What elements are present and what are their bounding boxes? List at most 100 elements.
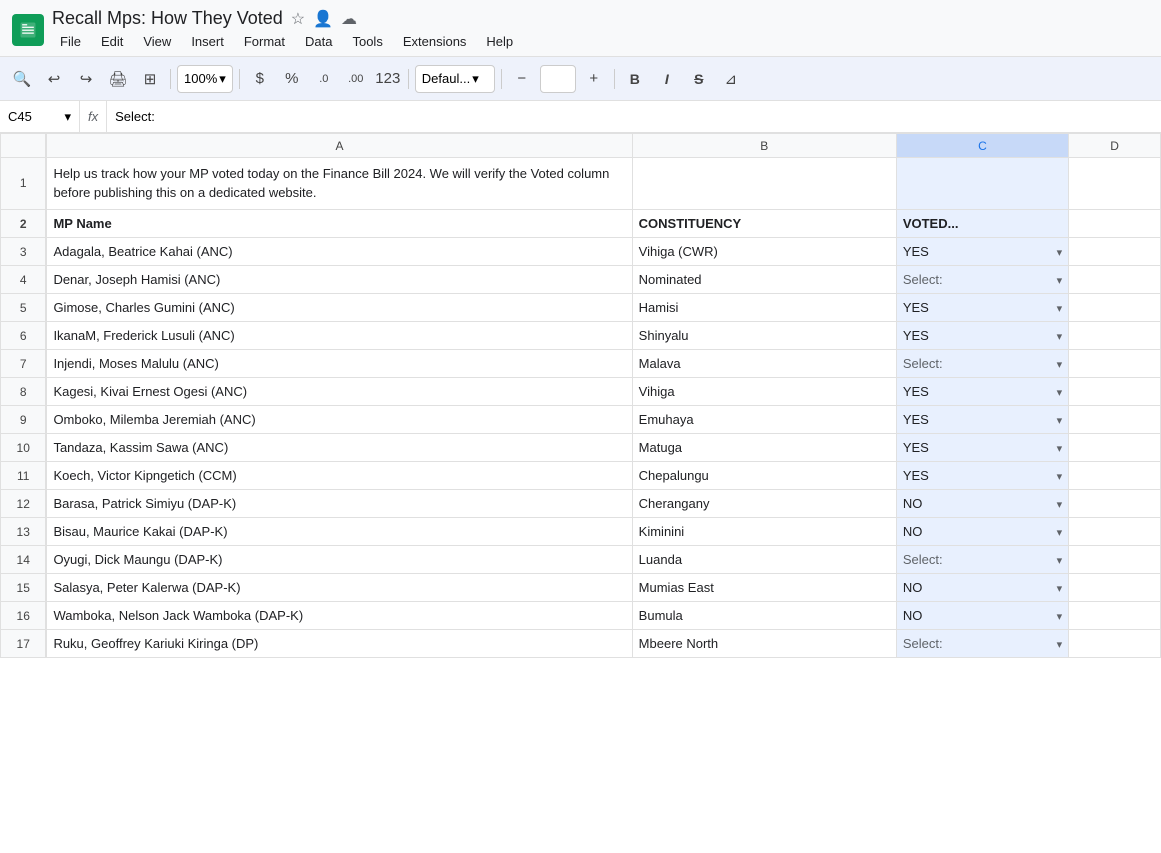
print-button[interactable]: 🖨 [104, 65, 132, 93]
cell-a[interactable]: Denar, Joseph Hamisi (ANC) [46, 266, 632, 294]
cell-d[interactable] [1069, 406, 1161, 434]
dropdown-arrow-icon[interactable]: ▾ [1057, 582, 1063, 595]
dropdown-arrow-icon[interactable]: ▾ [1057, 302, 1063, 315]
dropdown-arrow-icon[interactable]: ▾ [1057, 330, 1063, 343]
cell-b[interactable]: Nominated [632, 266, 896, 294]
cell-b[interactable]: Vihiga (CWR) [632, 238, 896, 266]
cell-c[interactable]: YES ▾ [896, 238, 1068, 266]
font-selector[interactable]: Defaul... ▾ [415, 65, 495, 93]
cell-d[interactable] [1069, 322, 1161, 350]
search-button[interactable]: 🔍 [8, 65, 36, 93]
menu-item-tools[interactable]: Tools [344, 31, 390, 52]
cell-c[interactable]: VOTED... [896, 210, 1068, 238]
italic-button[interactable]: I [653, 65, 681, 93]
sheet-table-wrapper[interactable]: A B C D 1Help us track how your MP voted… [0, 133, 1161, 818]
font-size-input[interactable]: 10 [540, 65, 576, 93]
dropdown-arrow-icon[interactable]: ▾ [1057, 554, 1063, 567]
cell-d[interactable] [1069, 546, 1161, 574]
dropdown-arrow-icon[interactable]: ▾ [1057, 442, 1063, 455]
cell-c[interactable]: NO ▾ [896, 490, 1068, 518]
cell-a[interactable]: Bisau, Maurice Kakai (DAP-K) [46, 518, 632, 546]
cell-d[interactable] [1069, 266, 1161, 294]
undo-button[interactable]: ↩ [40, 65, 68, 93]
cell-c[interactable]: Select: ▾ [896, 350, 1068, 378]
cell-c[interactable]: YES ▾ [896, 378, 1068, 406]
cell-a[interactable]: Adagala, Beatrice Kahai (ANC) [46, 238, 632, 266]
person-icon[interactable]: 👤 [313, 9, 333, 29]
cell-a[interactable]: Kagesi, Kivai Ernest Ogesi (ANC) [46, 378, 632, 406]
cell-a[interactable]: Gimose, Charles Gumini (ANC) [46, 294, 632, 322]
cell-a[interactable]: Wamboka, Nelson Jack Wamboka (DAP-K) [46, 602, 632, 630]
cell-a[interactable]: Barasa, Patrick Simiyu (DAP-K) [46, 490, 632, 518]
dropdown-arrow-icon[interactable]: ▾ [1057, 470, 1063, 483]
currency-button[interactable]: $ [246, 65, 274, 93]
cell-b[interactable]: Mumias East [632, 574, 896, 602]
cell-a[interactable]: Koech, Victor Kipngetich (CCM) [46, 462, 632, 490]
cell-a[interactable]: Ruku, Geoffrey Kariuki Kiringa (DP) [46, 630, 632, 658]
cell-a[interactable]: Omboko, Milemba Jeremiah (ANC) [46, 406, 632, 434]
cell-b[interactable]: Mbeere North [632, 630, 896, 658]
menu-item-extensions[interactable]: Extensions [395, 31, 475, 52]
cell-a[interactable]: MP Name [46, 210, 632, 238]
cell-b[interactable]: Matuga [632, 434, 896, 462]
dropdown-arrow-icon[interactable]: ▾ [1057, 498, 1063, 511]
dropdown-arrow-icon[interactable]: ▾ [1057, 358, 1063, 371]
cell-c[interactable]: Select: ▾ [896, 266, 1068, 294]
bold-button[interactable]: B [621, 65, 649, 93]
redo-button[interactable]: ↪ [72, 65, 100, 93]
cell-b[interactable] [632, 158, 896, 210]
cell-c[interactable]: YES ▾ [896, 462, 1068, 490]
cell-d[interactable] [1069, 574, 1161, 602]
zoom-selector[interactable]: 100% ▾ [177, 65, 233, 93]
menu-item-insert[interactable]: Insert [183, 31, 232, 52]
dropdown-arrow-icon[interactable]: ▾ [1057, 246, 1063, 259]
dropdown-arrow-icon[interactable]: ▾ [1057, 526, 1063, 539]
col-header-a[interactable]: A [46, 134, 632, 158]
cell-b[interactable]: CONSTITUENCY [632, 210, 896, 238]
cell-d[interactable] [1069, 490, 1161, 518]
menu-item-edit[interactable]: Edit [93, 31, 131, 52]
dropdown-arrow-icon[interactable]: ▾ [1057, 386, 1063, 399]
cell-c[interactable]: NO ▾ [896, 574, 1068, 602]
cell-c[interactable]: YES ▾ [896, 434, 1068, 462]
cell-d[interactable] [1069, 350, 1161, 378]
menu-item-help[interactable]: Help [478, 31, 521, 52]
col-header-b[interactable]: B [632, 134, 896, 158]
cell-d[interactable] [1069, 238, 1161, 266]
menu-item-file[interactable]: File [52, 31, 89, 52]
col-header-d[interactable]: D [1069, 134, 1161, 158]
cell-c[interactable]: Select: ▾ [896, 546, 1068, 574]
cell-b[interactable]: Hamisi [632, 294, 896, 322]
cell-b[interactable]: Kiminini [632, 518, 896, 546]
formula-content[interactable]: Select: [107, 109, 1161, 124]
more-format-button[interactable]: ⊿ [717, 65, 745, 93]
cell-c[interactable] [896, 158, 1068, 210]
dropdown-arrow-icon[interactable]: ▾ [1057, 610, 1063, 623]
paint-format-button[interactable]: ⊞ [136, 65, 164, 93]
strikethrough-button[interactable]: S [685, 65, 713, 93]
cell-d[interactable] [1069, 462, 1161, 490]
cell-a[interactable]: Help us track how your MP voted today on… [46, 158, 632, 210]
star-icon[interactable]: ☆ [291, 9, 305, 29]
cell-c[interactable]: YES ▾ [896, 294, 1068, 322]
cell-a[interactable]: Salasya, Peter Kalerwa (DAP-K) [46, 574, 632, 602]
cell-reference[interactable]: C45 ▾ [0, 101, 80, 132]
cell-d[interactable] [1069, 602, 1161, 630]
cell-d[interactable] [1069, 630, 1161, 658]
decimal-less-button[interactable]: .0 [310, 65, 338, 93]
cell-c[interactable]: NO ▾ [896, 518, 1068, 546]
cell-c[interactable]: Select: ▾ [896, 630, 1068, 658]
cell-b[interactable]: Chepalungu [632, 462, 896, 490]
cell-b[interactable]: Shinyalu [632, 322, 896, 350]
cell-a[interactable]: Tandaza, Kassim Sawa (ANC) [46, 434, 632, 462]
number-format-button[interactable]: 123 [374, 65, 402, 93]
dropdown-arrow-icon[interactable]: ▾ [1057, 638, 1063, 651]
menu-item-data[interactable]: Data [297, 31, 340, 52]
cell-d[interactable] [1069, 378, 1161, 406]
dropdown-arrow-icon[interactable]: ▾ [1057, 274, 1063, 287]
cell-a[interactable]: Oyugi, Dick Maungu (DAP-K) [46, 546, 632, 574]
cell-b[interactable]: Vihiga [632, 378, 896, 406]
cell-c[interactable]: NO ▾ [896, 602, 1068, 630]
doc-title[interactable]: Recall Mps: How They Voted [52, 8, 283, 29]
menu-item-view[interactable]: View [135, 31, 179, 52]
